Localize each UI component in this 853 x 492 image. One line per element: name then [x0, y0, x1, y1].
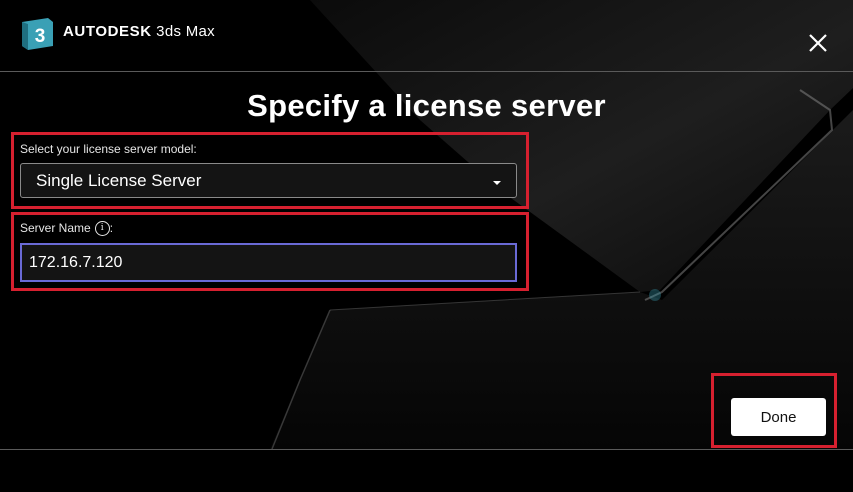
license-model-value: Single License Server: [36, 171, 202, 190]
model-label: Select your license server model:: [20, 142, 197, 156]
footer-divider: [0, 449, 853, 450]
server-name-label-row: Server Name i:: [20, 221, 114, 237]
server-name-input[interactable]: [20, 243, 517, 282]
server-name-label: Server Name: [20, 221, 91, 235]
info-icon[interactable]: i: [94, 221, 110, 237]
header-divider: [0, 71, 853, 72]
caret-down-icon[interactable]: [493, 181, 501, 185]
close-icon[interactable]: [806, 31, 830, 55]
dialog-title: Specify a license server: [247, 88, 606, 123]
app-brand: AUTODESK 3ds Max: [63, 23, 215, 40]
logo-glyph: 3: [35, 26, 46, 47]
product-name: 3ds Max: [156, 23, 215, 40]
server-name-colon: :: [109, 221, 114, 235]
done-button[interactable]: Done: [731, 398, 826, 436]
license-model-select[interactable]: Single License Server: [20, 163, 517, 198]
brand-name: AUTODESK: [63, 23, 152, 40]
3ds-max-logo-icon: 3: [22, 18, 53, 50]
